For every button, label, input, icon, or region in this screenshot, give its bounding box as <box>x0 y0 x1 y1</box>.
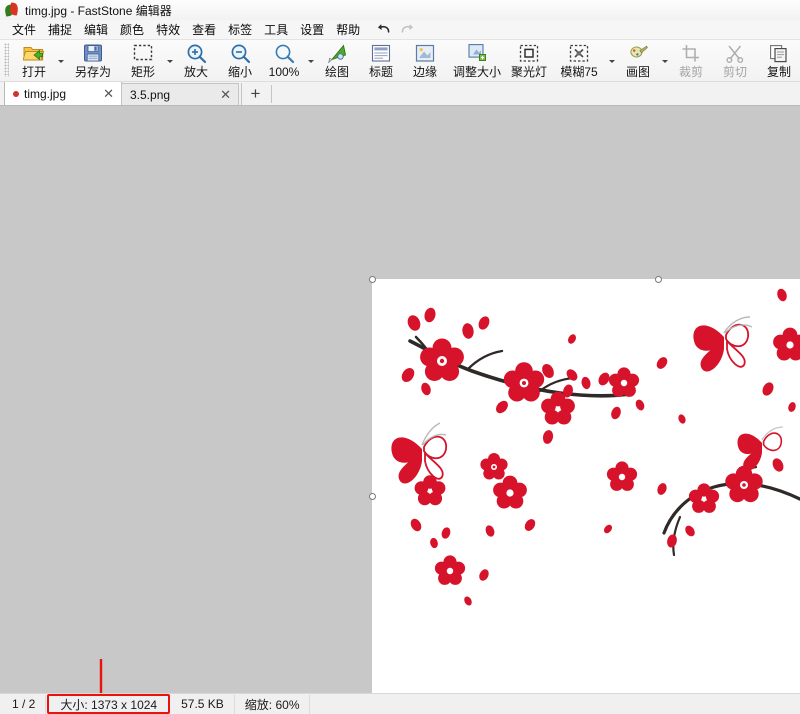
resize-button-label: 调整大小 <box>452 65 501 79</box>
tab-close-icon[interactable]: ✕ <box>101 87 116 100</box>
save-as-button[interactable]: 另存为 <box>65 40 121 81</box>
main-toolbar: 打开 另存为 矩形 放大 缩小 100% 绘图 标题 边缘 调整大小 聚光灯 模… <box>0 40 800 82</box>
save-as-button-label: 另存为 <box>74 65 111 79</box>
cut-button: 剪切 <box>713 40 757 81</box>
paint-dropdown-caret[interactable] <box>660 40 669 81</box>
zoom-out-button[interactable]: 缩小 <box>218 40 262 81</box>
zoom-in-button[interactable]: 放大 <box>174 40 218 81</box>
menu-item-edit[interactable]: 编辑 <box>78 20 114 39</box>
edge-frame-icon <box>414 42 436 64</box>
tab-label: timg.jpg <box>24 86 67 101</box>
rectangle-select-icon <box>132 42 154 64</box>
paint-button-label: 画图 <box>625 65 650 79</box>
zoom-out-icon <box>229 42 251 64</box>
cut-button-label: 剪切 <box>722 65 747 79</box>
red-down-arrow-icon <box>99 659 103 693</box>
page-indicator: 1 / 2 <box>2 694 47 714</box>
menu-item-view[interactable]: 查看 <box>186 20 222 39</box>
blur-dropdown-caret[interactable] <box>607 40 616 81</box>
menu-item-color[interactable]: 颜色 <box>114 20 150 39</box>
faststone-logo-icon <box>3 2 19 17</box>
crop-icon <box>680 42 702 64</box>
menu-item-help[interactable]: 帮助 <box>330 20 366 39</box>
draw-button-label: 绘图 <box>324 65 349 79</box>
copy-icon <box>768 42 790 64</box>
image-dimensions: 大小: 1373 x 1024 <box>47 694 171 714</box>
open-button[interactable]: 打开 <box>12 40 56 81</box>
paint-button[interactable]: 画图 <box>616 40 660 81</box>
plum-blossom-artwork <box>372 279 800 693</box>
menu-item-settings[interactable]: 设置 <box>294 20 330 39</box>
redo-arrow-icon <box>401 24 414 33</box>
faststone-image-viewer-window: timg.jpg - FastStone 编辑器 文件 捕捉 编辑 颜色 特效 … <box>0 0 800 714</box>
menu-item-file[interactable]: 文件 <box>6 20 42 39</box>
resize-icon <box>466 42 488 64</box>
image-canvas[interactable] <box>372 279 800 693</box>
caption-button-label: 标题 <box>368 65 393 79</box>
zoom-out-button-label: 缩小 <box>227 65 252 79</box>
title-bar: timg.jpg - FastStone 编辑器 <box>0 0 800 20</box>
resize-handle-middle-left[interactable] <box>369 493 376 500</box>
menu-item-capture[interactable]: 捕捉 <box>42 20 78 39</box>
spotlight-icon <box>518 42 540 64</box>
menu-item-tools[interactable]: 工具 <box>258 20 294 39</box>
spotlight-button-label: 聚光灯 <box>510 65 547 79</box>
copy-button-label: 复制 <box>766 65 791 79</box>
undo-arrow-icon[interactable] <box>376 23 391 36</box>
zoom-actual-button-label: 100% <box>268 65 300 79</box>
document-tab-bar: timg.jpg ✕ 3.5.png ✕ + <box>0 81 800 106</box>
menu-item-tags[interactable]: 标签 <box>222 20 258 39</box>
menu-bar: 文件 捕捉 编辑 颜色 特效 查看 标签 工具 设置 帮助 <box>0 20 800 40</box>
zoom-in-button-label: 放大 <box>183 65 208 79</box>
paint-icon <box>627 42 649 64</box>
menu-item-effects[interactable]: 特效 <box>150 20 186 39</box>
tab-close-icon[interactable]: ✕ <box>218 88 233 101</box>
rectangle-select-button[interactable]: 矩形 <box>121 40 165 81</box>
edge-button-label: 边缘 <box>412 65 437 79</box>
tabbar-divider <box>271 84 272 103</box>
tab-timg-jpg[interactable]: timg.jpg ✕ <box>4 81 122 105</box>
toolbar-grip[interactable] <box>4 43 9 77</box>
resize-button[interactable]: 调整大小 <box>447 40 507 81</box>
zoom-dropdown-caret[interactable] <box>306 40 315 81</box>
draw-pen-icon <box>326 42 348 64</box>
edge-button[interactable]: 边缘 <box>403 40 447 81</box>
file-size: 57.5 KB <box>171 694 235 714</box>
save-floppy-icon <box>82 42 104 64</box>
modified-indicator-icon <box>13 90 19 97</box>
resize-handle-top-left[interactable] <box>369 276 376 283</box>
open-button-label: 打开 <box>21 65 46 79</box>
caption-icon <box>370 42 392 64</box>
rectangle-dropdown-caret[interactable] <box>165 40 174 81</box>
crop-button-label: 裁剪 <box>678 65 703 79</box>
zoom-level: 缩放: 60% <box>235 694 311 714</box>
window-title: timg.jpg - FastStone 编辑器 <box>25 3 172 18</box>
tab-3-5-png[interactable]: 3.5.png ✕ <box>121 83 239 105</box>
new-tab-button[interactable]: + <box>241 83 269 105</box>
zoom-actual-button[interactable]: 100% <box>262 40 306 81</box>
blur-icon <box>568 42 590 64</box>
copy-button[interactable]: 复制 <box>757 40 800 81</box>
zoom-in-icon <box>185 42 207 64</box>
zoom-actual-icon <box>273 42 295 64</box>
open-folder-icon <box>23 42 45 64</box>
caption-button[interactable]: 标题 <box>359 40 403 81</box>
crop-button: 裁剪 <box>669 40 713 81</box>
blur-button-label: 模糊75 <box>560 65 598 79</box>
image-workspace[interactable] <box>0 106 800 693</box>
spotlight-button[interactable]: 聚光灯 <box>507 40 551 81</box>
draw-button[interactable]: 绘图 <box>315 40 359 81</box>
blur-button[interactable]: 模糊75 <box>551 40 607 81</box>
scissors-cut-icon <box>724 42 746 64</box>
open-dropdown-caret[interactable] <box>56 40 65 81</box>
status-bar: 1 / 2 大小: 1373 x 1024 57.5 KB 缩放: 60% <box>0 693 800 714</box>
rectangle-select-button-label: 矩形 <box>130 65 155 79</box>
tab-label: 3.5.png <box>130 87 171 102</box>
resize-handle-top-center[interactable] <box>655 276 662 283</box>
